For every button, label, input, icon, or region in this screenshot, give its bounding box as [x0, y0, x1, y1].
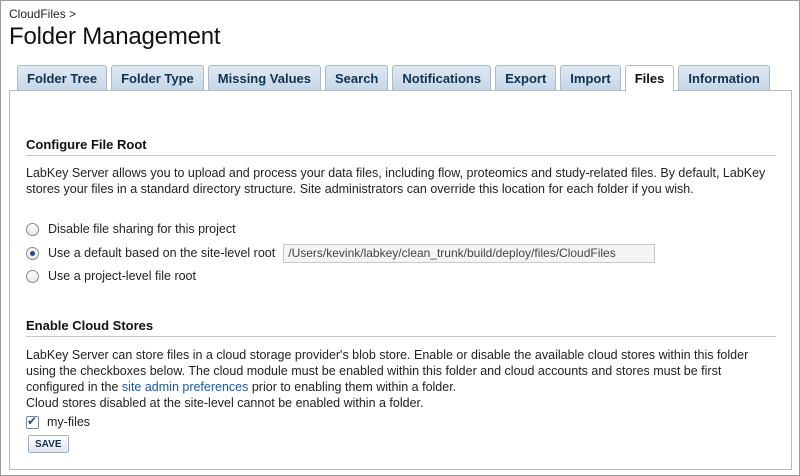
enable-cloud-stores-heading: Enable Cloud Stores: [26, 318, 154, 333]
configure-file-root-heading: Configure File Root: [26, 137, 147, 152]
tab-folder-type[interactable]: Folder Type: [111, 65, 204, 91]
tab-import[interactable]: Import: [560, 65, 621, 91]
breadcrumb[interactable]: CloudFiles >: [9, 7, 76, 21]
option-label: Disable file sharing for this project: [48, 222, 236, 236]
store-label: my-files: [47, 415, 91, 429]
files-panel: Configure File Root LabKey Server allows…: [9, 90, 792, 470]
cloud-stores-description: LabKey Server can store files in a cloud…: [26, 347, 778, 411]
option-project-level-root[interactable]: Use a project-level file root: [26, 267, 196, 285]
section-divider: [26, 336, 776, 337]
section-divider: [26, 155, 776, 156]
tab-information[interactable]: Information: [678, 65, 770, 91]
tab-files[interactable]: Files: [624, 65, 675, 92]
tab-search[interactable]: Search: [325, 65, 389, 91]
tab-export[interactable]: Export: [495, 65, 557, 91]
store-my-files[interactable]: my-files: [26, 413, 90, 431]
tab-missing-values[interactable]: Missing Values: [207, 65, 321, 91]
option-disable-sharing[interactable]: Disable file sharing for this project: [26, 220, 236, 238]
save-button[interactable]: SAVE: [28, 435, 69, 453]
radio-disable-sharing[interactable]: [26, 222, 39, 236]
radio-project-level-root[interactable]: [26, 269, 39, 283]
cloud-description-text-after: prior to enabling them within a folder.: [251, 380, 457, 394]
window-frame: CloudFiles > Folder Management Folder Tr…: [0, 0, 800, 476]
site-admin-preferences-link[interactable]: site admin preferences: [122, 380, 248, 394]
site-root-path-field[interactable]: /Users/kevink/labkey/clean_trunk/build/d…: [283, 243, 656, 263]
radio-site-level-root[interactable]: [26, 246, 39, 260]
option-site-level-root[interactable]: Use a default based on the site-level ro…: [26, 243, 656, 263]
page-title: Folder Management: [9, 23, 221, 50]
checkbox-my-files[interactable]: [26, 414, 39, 429]
tab-notifications[interactable]: Notifications: [392, 65, 492, 91]
file-root-description: LabKey Server allows you to upload and p…: [26, 166, 766, 196]
option-label: Use a project-level file root: [48, 269, 196, 283]
tab-folder-tree[interactable]: Folder Tree: [17, 65, 108, 91]
option-label: Use a default based on the site-level ro…: [48, 246, 276, 260]
cloud-stores-note: Cloud stores disabled at the site-level …: [26, 396, 424, 410]
tab-bar: Folder Tree Folder Type Missing Values S…: [17, 65, 770, 92]
